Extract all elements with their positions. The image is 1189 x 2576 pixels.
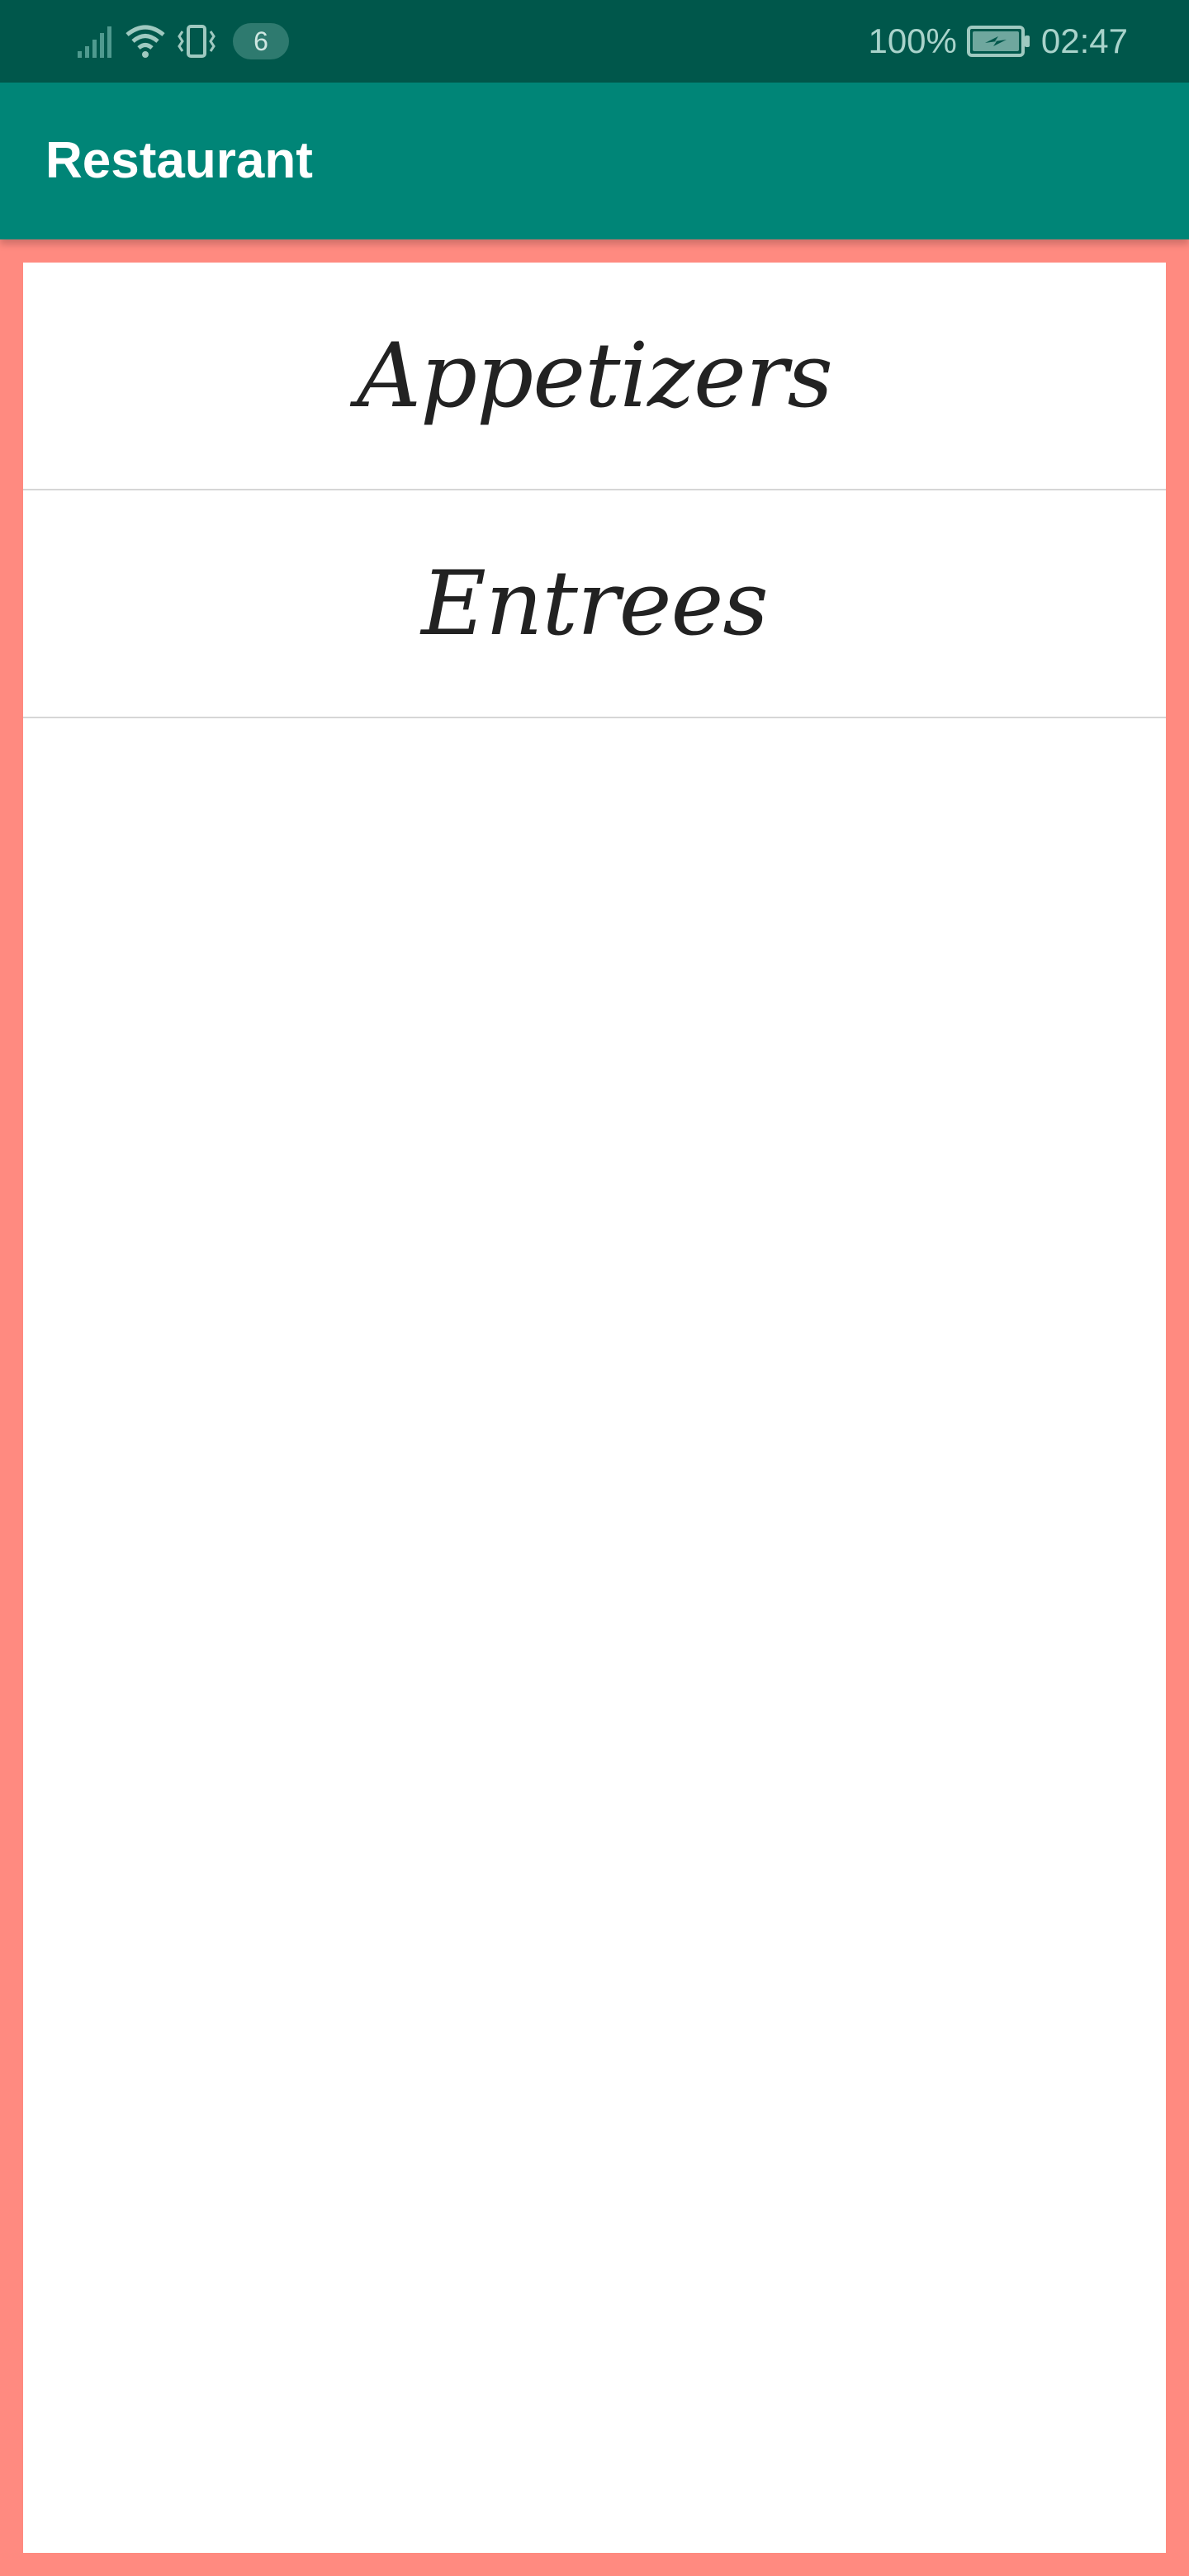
clock: 02:47 xyxy=(1040,21,1128,60)
menu-item-label: Entrees xyxy=(421,552,769,656)
notification-count-badge: 6 xyxy=(233,23,289,59)
battery-charging-icon xyxy=(966,25,1031,58)
vibrate-icon xyxy=(175,23,218,59)
status-icons-left: 6 xyxy=(76,18,289,64)
menu-item-label: Appetizers xyxy=(357,324,833,428)
signal-icon xyxy=(76,23,116,59)
menu-item-appetizers[interactable]: Appetizers xyxy=(23,263,1166,490)
app-bar: Restaurant xyxy=(0,83,1189,239)
menu-item-entrees[interactable]: Entrees xyxy=(23,490,1166,718)
menu-list: Appetizers Entrees xyxy=(23,263,1166,2553)
wifi-icon xyxy=(124,23,167,59)
battery-percent: 100% xyxy=(868,21,957,60)
status-icons-right: 100% 02:47 xyxy=(868,18,1128,64)
status-bar: 6 100% 02:47 xyxy=(0,0,1189,83)
app-title: Restaurant xyxy=(45,132,313,189)
